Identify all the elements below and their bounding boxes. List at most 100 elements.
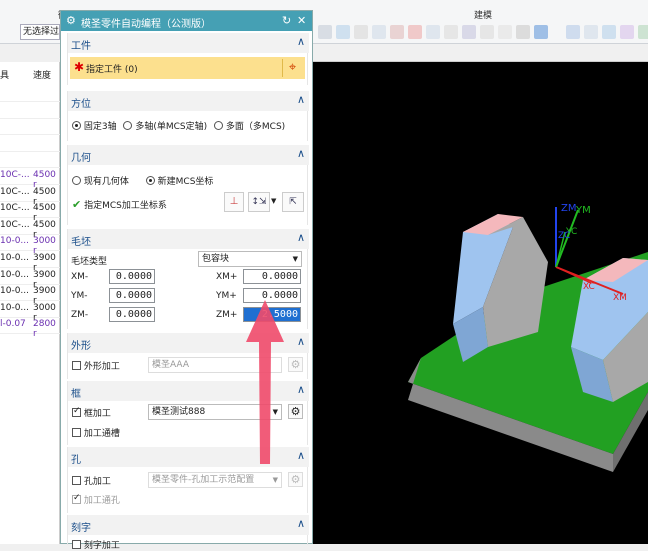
speed-cell: 2800 r bbox=[33, 319, 56, 340]
xm-label: XM bbox=[613, 293, 627, 303]
section-title: 框 bbox=[71, 389, 81, 400]
collapse-icon[interactable]: ∧ bbox=[297, 335, 305, 348]
section-header-geometry[interactable]: 几何 ∧ bbox=[68, 145, 309, 165]
through-hole-checkbox[interactable]: 加工通孔 bbox=[72, 493, 120, 506]
table-row[interactable]: 10-0... 3900 r bbox=[0, 283, 60, 306]
xm-plus-input[interactable]: 0.0000 bbox=[243, 269, 301, 284]
csys-transform-icon[interactable]: ⇱ bbox=[282, 192, 304, 212]
tool-cell: 10C-... bbox=[0, 170, 30, 180]
frame-config-value: 模圣测试888 bbox=[152, 407, 206, 417]
radio-icon bbox=[72, 121, 81, 130]
ribbon-group-label-model: 建模 bbox=[474, 11, 493, 21]
table-row[interactable]: 10C-... 4500 r bbox=[0, 184, 60, 207]
table-row[interactable] bbox=[0, 134, 60, 152]
table-row[interactable] bbox=[0, 150, 60, 169]
zm-minus-input[interactable]: 0.0000 bbox=[109, 307, 155, 322]
rotate-icon[interactable] bbox=[602, 25, 616, 39]
radio-existing-geometry[interactable]: 现有几何体 bbox=[72, 176, 129, 187]
tool-icon[interactable] bbox=[638, 25, 648, 39]
table-row[interactable]: l-0.07 2800 r bbox=[0, 316, 60, 339]
table-row[interactable]: 10-0... 3000 r bbox=[0, 300, 60, 323]
column-header-speed: 速度 bbox=[33, 71, 52, 81]
box-select-icon[interactable] bbox=[498, 25, 512, 39]
table-row[interactable]: 10C-... 4500 r bbox=[0, 167, 60, 190]
csys-icon[interactable]: ↕⇲ bbox=[248, 192, 270, 212]
dialog-titlebar[interactable]: ⚙ 模圣零件自动编程（公测版） ↻ ✕ bbox=[61, 11, 312, 31]
collapse-icon[interactable]: ∧ bbox=[297, 449, 305, 462]
cube-icon[interactable] bbox=[534, 25, 548, 39]
tool-icon[interactable] bbox=[462, 25, 476, 39]
table-row[interactable]: 10C-... 4500 r bbox=[0, 217, 60, 240]
tool-icon[interactable] bbox=[584, 25, 598, 39]
table-row[interactable] bbox=[0, 117, 60, 136]
chevron-down-icon[interactable]: ▼ bbox=[271, 197, 276, 205]
hole-checkbox[interactable]: 孔加工 bbox=[72, 474, 111, 487]
close-icon[interactable]: ✕ bbox=[297, 14, 306, 27]
table-row[interactable]: 10C-... 4500 r bbox=[0, 200, 60, 223]
table-row[interactable] bbox=[0, 101, 60, 119]
snap-icon[interactable] bbox=[408, 25, 422, 39]
table-row[interactable] bbox=[0, 84, 60, 102]
tool-icon[interactable] bbox=[516, 25, 530, 39]
checkmark-icon: ✔ bbox=[72, 198, 82, 211]
radio-multi-axis[interactable]: 多轴(单MCS定轴) bbox=[123, 121, 207, 132]
graphics-viewport[interactable]: ZM YM YC ZC XC XM bbox=[313, 62, 648, 544]
radio-icon bbox=[72, 176, 81, 185]
ym-minus-input[interactable]: 0.0000 bbox=[109, 288, 155, 303]
selection-filter-combo[interactable]: 无选择过滤 bbox=[20, 24, 60, 40]
frame-checkbox[interactable]: 框加工 bbox=[72, 406, 111, 419]
collapse-icon[interactable]: ∧ bbox=[297, 383, 305, 396]
crosshair-icon[interactable]: ⌖ bbox=[282, 59, 302, 77]
geometry-radio-group: 现有几何体 新建MCS坐标 bbox=[72, 174, 213, 187]
table-row[interactable]: 10-0... 3900 r bbox=[0, 267, 60, 290]
engrave-checkbox[interactable]: 刻字加工 bbox=[72, 538, 120, 551]
gear-icon[interactable]: ⚙ bbox=[288, 357, 303, 372]
radio-icon bbox=[145, 176, 155, 185]
reset-icon[interactable]: ↻ bbox=[282, 14, 291, 27]
radio-fixed-3axis[interactable]: 固定3轴 bbox=[72, 121, 117, 132]
tool-icon[interactable] bbox=[620, 25, 634, 39]
tool-icon[interactable] bbox=[318, 25, 332, 39]
specify-mcs-row[interactable]: ✔ 指定MCS加工坐标系 bbox=[72, 198, 167, 211]
section-title: 孔 bbox=[71, 455, 81, 466]
table-row[interactable]: 10-0... 3900 r bbox=[0, 250, 60, 273]
blank-type-label: 毛坯类型 bbox=[71, 257, 108, 267]
section-header-orientation[interactable]: 方位 ∧ bbox=[68, 91, 309, 111]
specify-workpiece-row[interactable]: ✱ 指定工件 (0) ⌖ bbox=[70, 57, 305, 79]
specify-workpiece-label: 指定工件 (0) bbox=[86, 65, 138, 75]
checkbox-icon bbox=[72, 493, 81, 504]
radio-icon bbox=[123, 121, 133, 130]
section-header-workpiece[interactable]: 工件 ∧ bbox=[68, 33, 309, 53]
section-title: 方位 bbox=[71, 99, 91, 110]
table-row[interactable]: 10-0... 3000 r bbox=[0, 233, 60, 256]
tool-icon[interactable] bbox=[390, 25, 404, 39]
collapse-icon[interactable]: ∧ bbox=[297, 93, 305, 106]
column-header-tool: 具 bbox=[0, 71, 10, 81]
gear-icon[interactable]: ⚙ bbox=[288, 472, 303, 487]
tool-icon[interactable] bbox=[444, 25, 458, 39]
xm-minus-label: XM- bbox=[71, 272, 89, 282]
tool-icon[interactable] bbox=[426, 25, 440, 39]
blank-type-select[interactable]: 包容块 ▼ bbox=[198, 251, 302, 267]
view-icon[interactable] bbox=[566, 25, 580, 39]
through-slot-checkbox[interactable]: 加工通槽 bbox=[72, 426, 120, 439]
collapse-icon[interactable]: ∧ bbox=[297, 35, 305, 48]
section-header-blank[interactable]: 毛坯 ∧ bbox=[68, 229, 309, 249]
tool-icon[interactable] bbox=[480, 25, 494, 39]
collapse-icon[interactable]: ∧ bbox=[297, 517, 305, 530]
tool-icon[interactable] bbox=[336, 25, 350, 39]
collapse-icon[interactable]: ∧ bbox=[297, 147, 305, 160]
tool-icon[interactable] bbox=[354, 25, 368, 39]
radio-new-mcs[interactable]: 新建MCS坐标 bbox=[145, 176, 213, 187]
through-slot-label: 加工通槽 bbox=[83, 429, 120, 439]
csys-dialog-icon[interactable]: ⊥ bbox=[224, 192, 244, 212]
checkbox-icon bbox=[72, 540, 81, 549]
radio-multi-face[interactable]: 多面（多MCS) bbox=[214, 121, 285, 132]
viewport-header bbox=[313, 44, 648, 62]
hole-check-label: 孔加工 bbox=[83, 477, 111, 487]
gear-icon[interactable]: ⚙ bbox=[288, 404, 303, 419]
xm-minus-input[interactable]: 0.0000 bbox=[109, 269, 155, 284]
curve-icon[interactable] bbox=[372, 25, 386, 39]
outer-checkbox[interactable]: 外形加工 bbox=[72, 359, 120, 372]
collapse-icon[interactable]: ∧ bbox=[297, 231, 305, 244]
